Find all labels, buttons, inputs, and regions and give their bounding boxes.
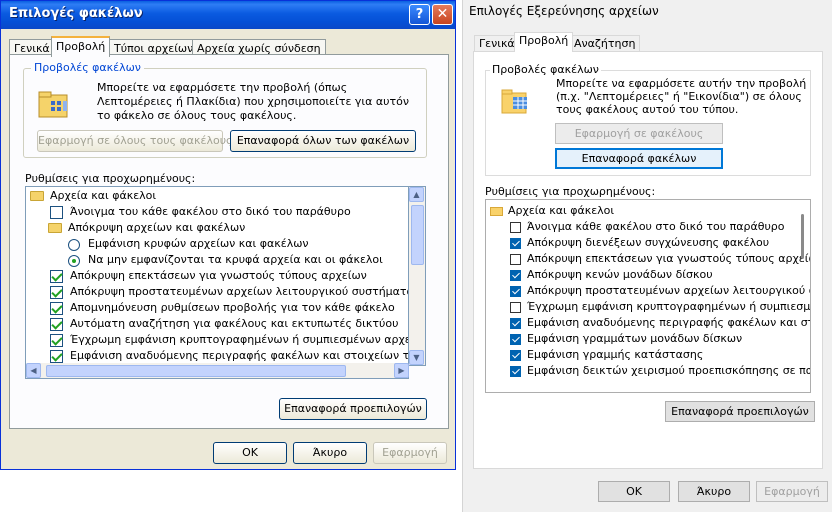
tree-item-show-hidden[interactable]: Εμφάνιση κρυφών αρχείων και φακέλων [68,236,309,252]
checkbox[interactable] [50,334,63,347]
restore-defaults-button[interactable]: Επαναφορά προεπιλογών [279,398,427,420]
tree-item-preview-handlers[interactable]: Εμφάνιση δεικτών χειρισμού προεπισκόπηση… [510,363,810,379]
folder-icon [30,191,44,201]
scroll-down-icon[interactable]: ▼ [409,350,424,365]
reset-folders-button[interactable]: Επαναφορά φακέλων [555,148,723,169]
tree-item-color-encrypted[interactable]: Έγχρωμη εμφάνιση κρυπτογραφημένων ή συμπ… [50,332,408,348]
checkbox[interactable] [510,350,521,361]
tree-item-hide-extensions[interactable]: Απόκρυψη επεκτάσεων για γνωστούς τύπους … [510,251,810,267]
apply-button[interactable]: Εφαρμογή [373,442,447,464]
folder-icon [48,223,62,233]
checkbox[interactable] [50,206,63,219]
tree-item-drive-letters[interactable]: Εμφάνιση γραμμάτων μονάδων δίσκων [510,331,742,347]
scrollbar-thumb[interactable] [46,365,346,377]
help-button[interactable]: ? [409,4,430,25]
folder-views-description: Μπορείτε να εφαρμόσετε την προβολή (όπως… [97,81,409,122]
tree-item-dont-show-hidden[interactable]: Να μην εμφανίζονται τα κρυφά αρχεία και … [68,252,383,268]
checkbox[interactable] [510,318,521,329]
folder-view-icon [501,89,527,114]
cancel-button[interactable]: Άκυρο [678,481,750,502]
tree-item-hidden-files: Απόκρυψη αρχείων και φακέλων [48,220,245,236]
tree-item-hide-extensions[interactable]: Απόκρυψη επεκτάσεων για γνωστούς τύπους … [50,268,367,284]
tree-item-files-folders: Αρχεία και φάκελοι [30,188,156,204]
checkbox[interactable] [50,286,63,299]
apply-button[interactable]: Εφαρμογή [756,481,828,502]
scrollbar-thumb[interactable] [801,214,804,259]
folder-icon [490,207,503,216]
tree-item-hide-protected[interactable]: Απόκρυψη προστατευμένων αρχείων λειτουργ… [50,284,408,300]
dialog-title: Επιλογές φακέλων [9,6,143,21]
scroll-right-icon[interactable]: ▶ [394,363,409,378]
tree-item-status-bar[interactable]: Εμφάνιση γραμμής κατάστασης [510,347,703,363]
radio[interactable] [68,255,80,267]
folder-view-icon [38,91,68,118]
tree-item-hide-protected[interactable]: Απόκρυψη προστατευμένων αρχείων λειτουργ… [510,283,810,299]
advanced-settings-label: Ρυθμίσεις για προχωρημένους: [25,172,196,185]
tree-item-open-own-window[interactable]: Άνοιγμα του κάθε φακέλου στο δικό του πα… [50,204,351,220]
tree-item-auto-search-network[interactable]: Αυτόματη αναζήτηση για φακέλους και εκτυ… [50,316,398,332]
checkbox[interactable] [50,318,63,331]
scrollbar-thumb[interactable] [411,205,424,265]
tree-item-popup-description[interactable]: Εμφάνιση αναδυόμενης περιγραφής φακέλων … [510,315,810,331]
folder-views-description: Μπορείτε να εφαρμόσετε αυτήν την προβολή… [556,77,807,116]
apply-to-folders-button[interactable]: Εφαρμογή σε φακέλους [555,123,723,144]
checkbox[interactable] [50,350,63,363]
ok-button[interactable]: OK [598,481,670,502]
checkbox[interactable] [510,366,521,377]
checkbox[interactable] [510,254,521,265]
checkbox[interactable] [510,334,521,345]
checkbox[interactable] [510,286,521,297]
checkbox[interactable] [50,270,63,283]
tree-item-hide-empty-drives[interactable]: Απόκρυψη κενών μονάδων δίσκου [510,267,713,283]
advanced-settings-tree[interactable]: Αρχεία και φάκελοι Άνοιγμα του κάθε φακέ… [25,186,409,366]
restore-defaults-button[interactable]: Επαναφορά προεπιλογών [665,401,815,422]
scroll-up-icon[interactable]: ▲ [409,187,424,202]
advanced-settings-tree[interactable]: Αρχεία και φάκελοι Άνοιγμα κάθε φακέλου … [485,199,811,393]
tree-item-hide-merge-conflicts[interactable]: Απόκρυψη διενέξεων συγχώνευσης φακέλου [510,235,769,251]
tree-item-popup-description[interactable]: Εμφάνιση αναδυόμενης περιγραφής φακέλων … [50,348,408,364]
advanced-settings-label: Ρυθμίσεις για προχωρημένους: [485,185,656,198]
ok-button[interactable]: OK [213,442,287,464]
cancel-button[interactable]: Άκυρο [293,442,367,464]
tree-item-color-encrypted[interactable]: Έγχρωμη εμφάνιση κρυπτογραφημένων ή συμπ… [510,299,810,315]
file-explorer-options-dialog: Επιλογές Εξερεύνησης αρχείων Γενικά Προβ… [462,0,832,512]
tree-item-remember-view[interactable]: Απομνημόνευση ρυθμίσεων προβολής για τον… [50,300,395,316]
checkbox[interactable] [510,270,521,281]
tab-search[interactable]: Αναζήτηση [569,35,641,52]
close-button[interactable]: ✕ [432,4,453,25]
dialog-title: Επιλογές Εξερεύνησης αρχείων [469,4,659,18]
checkbox[interactable] [510,222,521,233]
tree-item-files-folders: Αρχεία και φάκελοι [490,203,614,219]
reset-all-folders-button[interactable]: Επαναφορά όλων των φακέλων [230,130,416,152]
title-bar: Επιλογές φακέλων ? ✕ [1,1,455,29]
tree-item-open-own-window[interactable]: Άνοιγμα κάθε φακέλου στο δικό του παράθυ… [510,219,785,235]
checkbox[interactable] [510,238,521,249]
tab-view[interactable]: Προβολή [51,36,111,57]
horizontal-scrollbar[interactable]: ◀ ▶ [25,363,409,379]
apply-to-all-folders-button[interactable]: Εφαρμογή σε όλους τους φακέλους [37,130,233,152]
checkbox[interactable] [510,302,521,313]
tab-general[interactable]: Γενικά [474,35,520,52]
folder-options-dialog-xp: Επιλογές φακέλων ? ✕ Γενικά Προβολή Τύπο… [0,0,456,470]
radio[interactable] [68,239,80,251]
tab-view[interactable]: Προβολή [514,32,574,52]
scroll-left-icon[interactable]: ◀ [26,363,41,378]
checkbox[interactable] [50,302,63,315]
vertical-scrollbar[interactable]: ▲ ▼ [409,186,426,366]
folder-views-title: Προβολές φακέλων [31,61,144,74]
folder-views-title: Προβολές φακέλων [490,63,601,76]
